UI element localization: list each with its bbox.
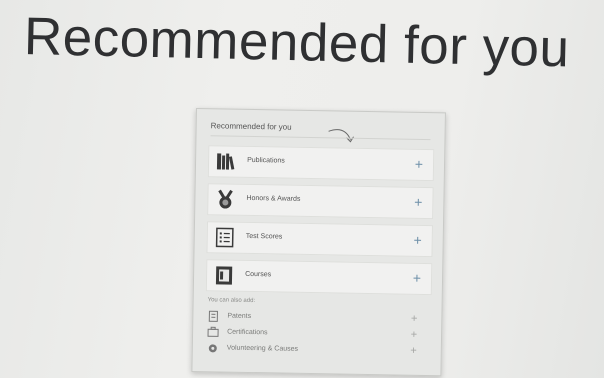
add-courses-button[interactable]: + — [413, 270, 421, 286]
item-label: Honors & Awards — [246, 194, 301, 203]
item-test-scores[interactable]: Test Scores + — [206, 221, 433, 258]
also-item-label: Patents — [227, 312, 252, 320]
also-add-label: You can also add: — [207, 297, 256, 305]
item-honors-awards[interactable]: Honors & Awards + — [207, 183, 434, 220]
add-test-scores-button[interactable]: + — [413, 232, 421, 248]
panel-divider — [210, 135, 431, 141]
item-label: Publications — [247, 156, 285, 165]
item-publications[interactable]: Publications + — [207, 145, 435, 182]
books-icon — [216, 153, 235, 170]
also-item-certifications[interactable]: Certifications + — [207, 325, 427, 343]
medal-icon — [218, 189, 233, 209]
add-honors-button[interactable]: + — [414, 194, 422, 210]
item-label: Courses — [245, 270, 272, 279]
item-courses[interactable]: Courses + — [205, 259, 433, 296]
add-volunteering-button[interactable]: + — [410, 345, 417, 357]
add-patents-button[interactable]: + — [411, 313, 418, 325]
checklist-icon — [215, 227, 234, 248]
add-publications-button[interactable]: + — [415, 156, 423, 172]
document-icon — [208, 310, 218, 322]
projection-screen: Recommended for you Recommended for you … — [0, 0, 604, 378]
also-item-patents[interactable]: Patents + — [207, 309, 427, 327]
item-label: Test Scores — [245, 232, 283, 241]
also-item-label: Certifications — [227, 328, 268, 337]
slide-headline: Recommended for you — [23, 7, 571, 79]
also-item-label: Volunteering & Causes — [226, 344, 299, 353]
also-item-volunteering[interactable]: Volunteering & Causes + — [207, 341, 427, 359]
recommended-panel: Recommended for you Publications + Honor… — [191, 108, 446, 377]
add-certifications-button[interactable]: + — [411, 329, 418, 341]
volunteer-icon — [208, 344, 217, 353]
panel-title: Recommended for you — [210, 121, 292, 132]
certificate-icon — [207, 326, 219, 337]
course-book-icon — [215, 266, 233, 285]
